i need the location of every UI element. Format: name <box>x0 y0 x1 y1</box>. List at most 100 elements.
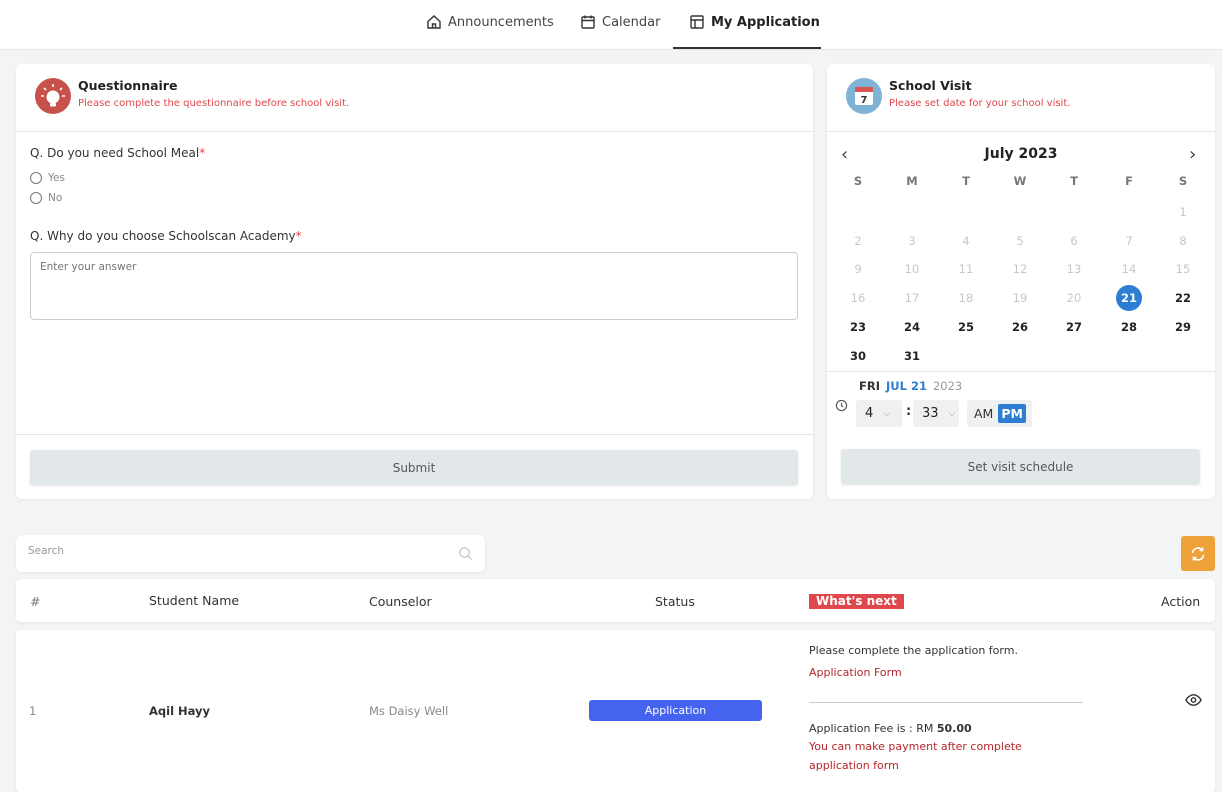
layout-icon <box>690 15 704 29</box>
calendar-day: 4 <box>962 234 970 248</box>
divider <box>827 131 1215 132</box>
radio-option-no[interactable]: No <box>30 192 62 204</box>
calendar-day[interactable]: 22 <box>1170 287 1196 309</box>
calendar-day-selected[interactable]: 21 <box>1116 285 1142 311</box>
radio-button[interactable] <box>30 172 42 184</box>
calendar-day-icon: 7 <box>846 78 882 114</box>
questionnaire-card: Questionnaire Please complete the questi… <box>16 64 813 499</box>
weekday-label: F <box>1125 174 1133 188</box>
application-form-link[interactable]: Application Form <box>809 663 902 682</box>
am-option[interactable]: AM <box>967 406 993 421</box>
question-why-choose: Q. Why do you choose Schoolscan Academy* <box>30 229 302 243</box>
calendar-day: 7 <box>1125 234 1133 248</box>
tab-announcements[interactable]: Announcements <box>426 14 554 30</box>
calendar-day: 1 <box>1179 205 1187 219</box>
answer-textarea[interactable] <box>30 252 798 320</box>
home-icon <box>427 15 441 29</box>
weekday-label: T <box>962 174 970 188</box>
calendar-day: 10 <box>904 262 920 276</box>
radio-option-yes[interactable]: Yes <box>30 172 65 184</box>
weekday-label: M <box>906 174 918 188</box>
calendar-day: 8 <box>1179 234 1187 248</box>
table-header: # Student Name Counselor Status What's n… <box>16 579 1215 622</box>
calendar-day: 18 <box>958 291 974 305</box>
column-header-student-name: Student Name <box>149 593 240 608</box>
application-fee: Application Fee is : RM 50.00 <box>809 722 972 735</box>
weekday-label: T <box>1070 174 1078 188</box>
calendar-day: 6 <box>1070 234 1078 248</box>
time-separator: : <box>906 404 912 419</box>
divider <box>809 702 1083 703</box>
weekday-label: S <box>853 174 863 188</box>
calendar-day[interactable]: 30 <box>845 345 871 367</box>
tab-calendar[interactable]: Calendar <box>580 14 660 30</box>
calendar-day: 3 <box>908 234 916 248</box>
column-header-number: # <box>30 594 41 609</box>
chevron-down-icon: ⌵ <box>948 408 956 419</box>
divider <box>827 371 1215 372</box>
calendar-day: 20 <box>1066 291 1082 305</box>
tab-my-application[interactable]: My Application <box>689 14 820 30</box>
calendar-day: 12 <box>1012 262 1028 276</box>
calendar-day[interactable]: 31 <box>899 345 925 367</box>
column-header-status: Status <box>655 594 695 609</box>
calendar-month-label: July 2023 <box>984 146 1058 162</box>
questionnaire-subtitle: Please complete the questionnaire before… <box>78 98 350 109</box>
counselor-name: Ms Daisy Well <box>369 704 449 718</box>
hour-select[interactable]: 4 ⌵ <box>856 400 902 427</box>
calendar-day: 9 <box>854 262 862 276</box>
submit-button[interactable]: Submit <box>30 450 798 485</box>
weekday-label: S <box>1178 174 1188 188</box>
status-badge: Application <box>589 700 762 721</box>
top-nav: Announcements Calendar My Application <box>0 0 1222 50</box>
am-pm-toggle[interactable]: AM PM <box>967 400 1032 427</box>
calendar-day: 16 <box>850 291 866 305</box>
calendar-day: 17 <box>904 291 920 305</box>
chevron-down-icon: ⌵ <box>883 408 891 419</box>
divider <box>16 434 813 435</box>
column-header-action: Action <box>1161 594 1201 609</box>
payment-note-continued: application form <box>809 759 899 772</box>
questionnaire-title: Questionnaire <box>78 78 178 93</box>
minute-select[interactable]: 33 ⌵ <box>913 400 959 427</box>
calendar-day: 14 <box>1121 262 1137 276</box>
payment-note: You can make payment after complete <box>809 740 1022 753</box>
svg-text:7: 7 <box>861 95 868 106</box>
refresh-button[interactable] <box>1181 536 1215 571</box>
eye-icon[interactable] <box>1185 693 1202 707</box>
calendar-day: 15 <box>1175 262 1191 276</box>
refresh-icon <box>1191 546 1205 561</box>
school-visit-card: 7 School Visit Please set date for your … <box>827 64 1215 499</box>
next-step-text: Please complete the application form. <box>809 644 1018 657</box>
column-header-whats-next: What's next <box>809 594 904 609</box>
row-number: 1 <box>29 704 37 718</box>
calendar-day: 5 <box>1016 234 1024 248</box>
calendar-day: 13 <box>1066 262 1082 276</box>
question-school-meal: Q. Do you need School Meal* <box>30 146 206 160</box>
calendar-day[interactable]: 24 <box>899 316 925 338</box>
table-row: 1 Aqil Hayy Ms Daisy Well Application Pl… <box>16 630 1215 792</box>
radio-button[interactable] <box>30 192 42 204</box>
student-name: Aqil Hayy <box>149 704 211 718</box>
set-visit-schedule-button[interactable]: Set visit schedule <box>841 449 1200 484</box>
clock-icon <box>835 399 848 412</box>
calendar-day: 19 <box>1012 291 1028 305</box>
calendar-day: 2 <box>854 234 862 248</box>
search-input[interactable] <box>28 545 428 557</box>
calendar-day[interactable]: 29 <box>1170 316 1196 338</box>
search-bar <box>16 535 485 572</box>
pm-option[interactable]: PM <box>998 404 1026 423</box>
visit-subtitle: Please set date for your school visit. <box>889 98 1071 109</box>
calendar-day[interactable]: 27 <box>1061 316 1087 338</box>
calendar-day[interactable]: 23 <box>845 316 871 338</box>
calendar-day[interactable]: 28 <box>1116 316 1142 338</box>
calendar-icon <box>581 15 595 29</box>
active-tab-indicator <box>673 47 821 49</box>
divider <box>16 131 813 132</box>
calendar-day[interactable]: 25 <box>953 316 979 338</box>
selected-date: FRI JUL 21 2023 <box>859 379 963 393</box>
chevron-right-icon[interactable]: › <box>1189 144 1196 165</box>
lightbulb-icon <box>35 78 71 114</box>
calendar-day[interactable]: 26 <box>1007 316 1033 338</box>
search-icon[interactable] <box>458 546 473 561</box>
